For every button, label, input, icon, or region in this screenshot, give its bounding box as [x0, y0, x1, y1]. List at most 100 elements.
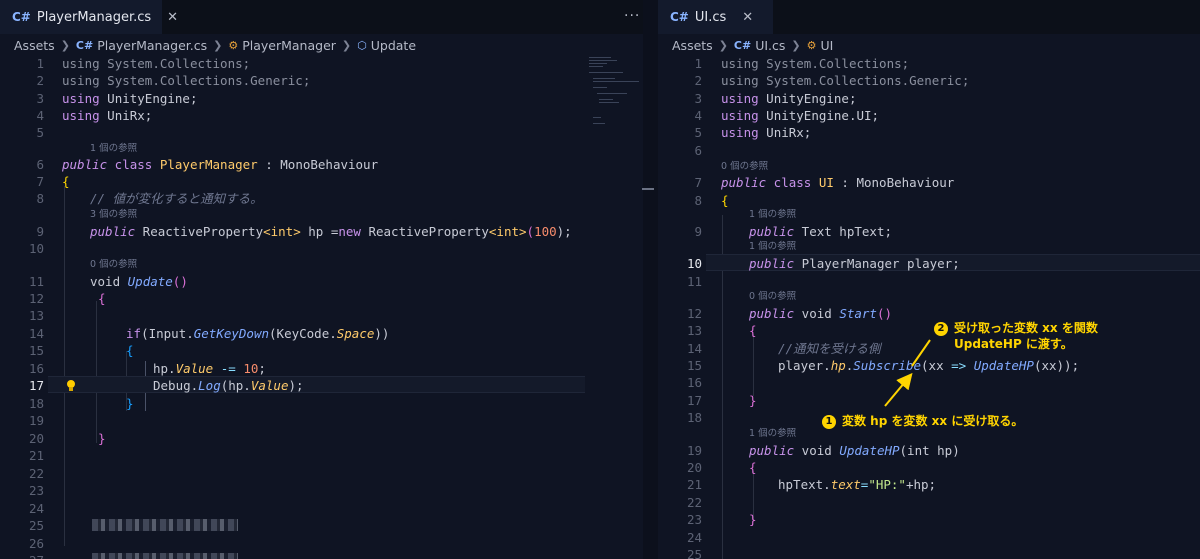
breadcrumb-item-assets[interactable]: Assets	[14, 38, 55, 53]
code-token: ;	[258, 361, 266, 376]
code-line: 23	[0, 482, 643, 499]
code-line: 3 using UnityEngine;	[658, 90, 1200, 107]
scrollbar-marker	[642, 188, 654, 190]
line-number: 13	[686, 323, 702, 338]
code-line: 21	[0, 447, 643, 464]
code-line: 10	[0, 240, 643, 257]
code-token: Debug.	[153, 378, 199, 393]
line-number: 6	[694, 143, 702, 158]
codelens-references[interactable]: 1 個の参照	[749, 427, 796, 441]
code-text: hp.Value -= 10;	[153, 360, 266, 377]
line-number: 2	[694, 73, 702, 88]
code-line: 6 public class PlayerManager : MonoBehavi…	[0, 156, 643, 173]
breadcrumb-item-file[interactable]: PlayerManager.cs	[97, 38, 207, 53]
code-token: : MonoBehaviour	[833, 175, 955, 190]
code-token: {	[98, 291, 106, 306]
code-token: Value	[175, 361, 214, 376]
code-token: : MonoBehaviour	[257, 157, 379, 172]
minimap-line	[589, 63, 607, 64]
code-token: UpdateHP	[839, 443, 900, 458]
code-line: 14 if(Input.GetKeyDown(KeyCode.Space))	[0, 325, 643, 342]
line-number: 6	[36, 157, 44, 172]
code-token: {	[749, 323, 757, 338]
left-editor-pane: C# PlayerManager.cs ✕ Assets ❯ C# Player…	[0, 0, 643, 559]
code-line: 20}	[0, 430, 643, 447]
breadcrumb-item-assets[interactable]: Assets	[672, 38, 713, 53]
line-number: 4	[36, 108, 44, 123]
code-token: ReactiveProperty	[360, 224, 489, 239]
breadcrumb-item-class[interactable]: UI	[821, 38, 834, 53]
blurred-content	[92, 553, 238, 559]
code-line: 12 public void Start()	[658, 305, 1200, 322]
code-line: 22	[658, 494, 1200, 511]
minimap-line	[589, 60, 617, 61]
code-text: public Text hpText;	[749, 223, 892, 240]
code-token: UI	[818, 175, 834, 190]
code-text: public class UI : MonoBehaviour	[721, 174, 954, 191]
code-line: 10 public PlayerManager player;	[658, 255, 1200, 272]
codelens-references[interactable]: 0 個の参照	[721, 160, 768, 174]
code-editor[interactable]: 1 using System.Collections; 2 using System…	[0, 55, 643, 559]
annotation-step-2: 2 受け取った変数 xx を関数 UpdateHP に渡す。	[934, 320, 1098, 352]
line-number: 9	[36, 224, 44, 239]
code-token: }	[126, 396, 134, 411]
line-number: 12	[28, 291, 44, 306]
code-line: 8{	[658, 192, 1200, 209]
codelens-references[interactable]: 3 個の参照	[90, 208, 137, 222]
code-line: 18}	[0, 395, 643, 412]
line-number: 17	[686, 393, 702, 408]
code-text: using System.Collections.Generic;	[62, 72, 310, 89]
code-token: {	[721, 193, 729, 208]
code-token: using	[721, 56, 759, 71]
code-editor[interactable]: 1 using System.Collections; 2 using System…	[658, 55, 1200, 559]
close-icon[interactable]: ✕	[167, 10, 178, 25]
code-text: {	[98, 290, 106, 307]
code-token: System.Collections.Generic;	[758, 73, 970, 88]
breadcrumb-item-class[interactable]: PlayerManager	[242, 38, 336, 53]
code-token: );	[556, 224, 572, 239]
chevron-right-icon: ❯	[791, 38, 801, 52]
codelens-references[interactable]: 0 個の参照	[749, 290, 796, 304]
code-token: System.Collections.Generic;	[99, 73, 311, 88]
code-token: }	[749, 393, 757, 408]
codelens-references[interactable]: 1 個の参照	[749, 240, 796, 254]
breadcrumb-item-method[interactable]: Update	[371, 38, 416, 53]
chevron-right-icon: ❯	[213, 38, 223, 52]
code-token: ))	[374, 326, 390, 341]
line-number: 4	[694, 108, 702, 123]
line-number: 11	[686, 274, 702, 289]
line-number: 5	[694, 125, 702, 140]
code-text: using System.Collections;	[721, 55, 909, 72]
minimap[interactable]	[589, 57, 639, 177]
code-token: Subscribe	[853, 358, 922, 373]
more-actions-icon[interactable]: ···	[624, 8, 640, 24]
codelens-references[interactable]: 1 個の参照	[749, 208, 796, 222]
breadcrumb-item-file[interactable]: UI.cs	[755, 38, 785, 53]
tab-label: PlayerManager.cs	[36, 9, 152, 25]
code-token: using	[721, 125, 759, 140]
right-tab-bar: C# UI.cs ✕	[658, 0, 1200, 34]
code-text: using UniRx;	[721, 124, 811, 141]
minimap-line	[593, 117, 601, 118]
codelens-references[interactable]: 0 個の参照	[90, 258, 137, 272]
code-line: 21 hpText.text="HP:"+hp;	[658, 476, 1200, 493]
code-text: {	[749, 322, 757, 339]
line-number: 11	[28, 274, 44, 289]
code-token: void	[90, 274, 128, 289]
codelens-references[interactable]: 1 個の参照	[90, 142, 137, 156]
line-number: 8	[36, 191, 44, 206]
code-text: if(Input.GetKeyDown(KeyCode.Space))	[126, 325, 389, 342]
tab-playermanager-cs[interactable]: C# PlayerManager.cs ✕	[0, 0, 178, 34]
code-text: public class PlayerManager : MonoBehavio…	[62, 156, 378, 173]
code-line: 25	[658, 546, 1200, 559]
code-token: public	[749, 224, 795, 239]
tab-ui-cs[interactable]: C# UI.cs ✕	[658, 0, 773, 34]
code-token: ()	[172, 274, 188, 289]
code-line: 16 hp.Value -= 10;	[0, 360, 643, 377]
line-number: 19	[28, 413, 44, 428]
code-token: UpdateHP	[973, 358, 1034, 373]
close-icon[interactable]: ✕	[742, 10, 753, 25]
lightbulb-icon[interactable]	[66, 379, 76, 392]
code-token: using	[721, 91, 759, 106]
split-divider[interactable]	[643, 0, 658, 559]
